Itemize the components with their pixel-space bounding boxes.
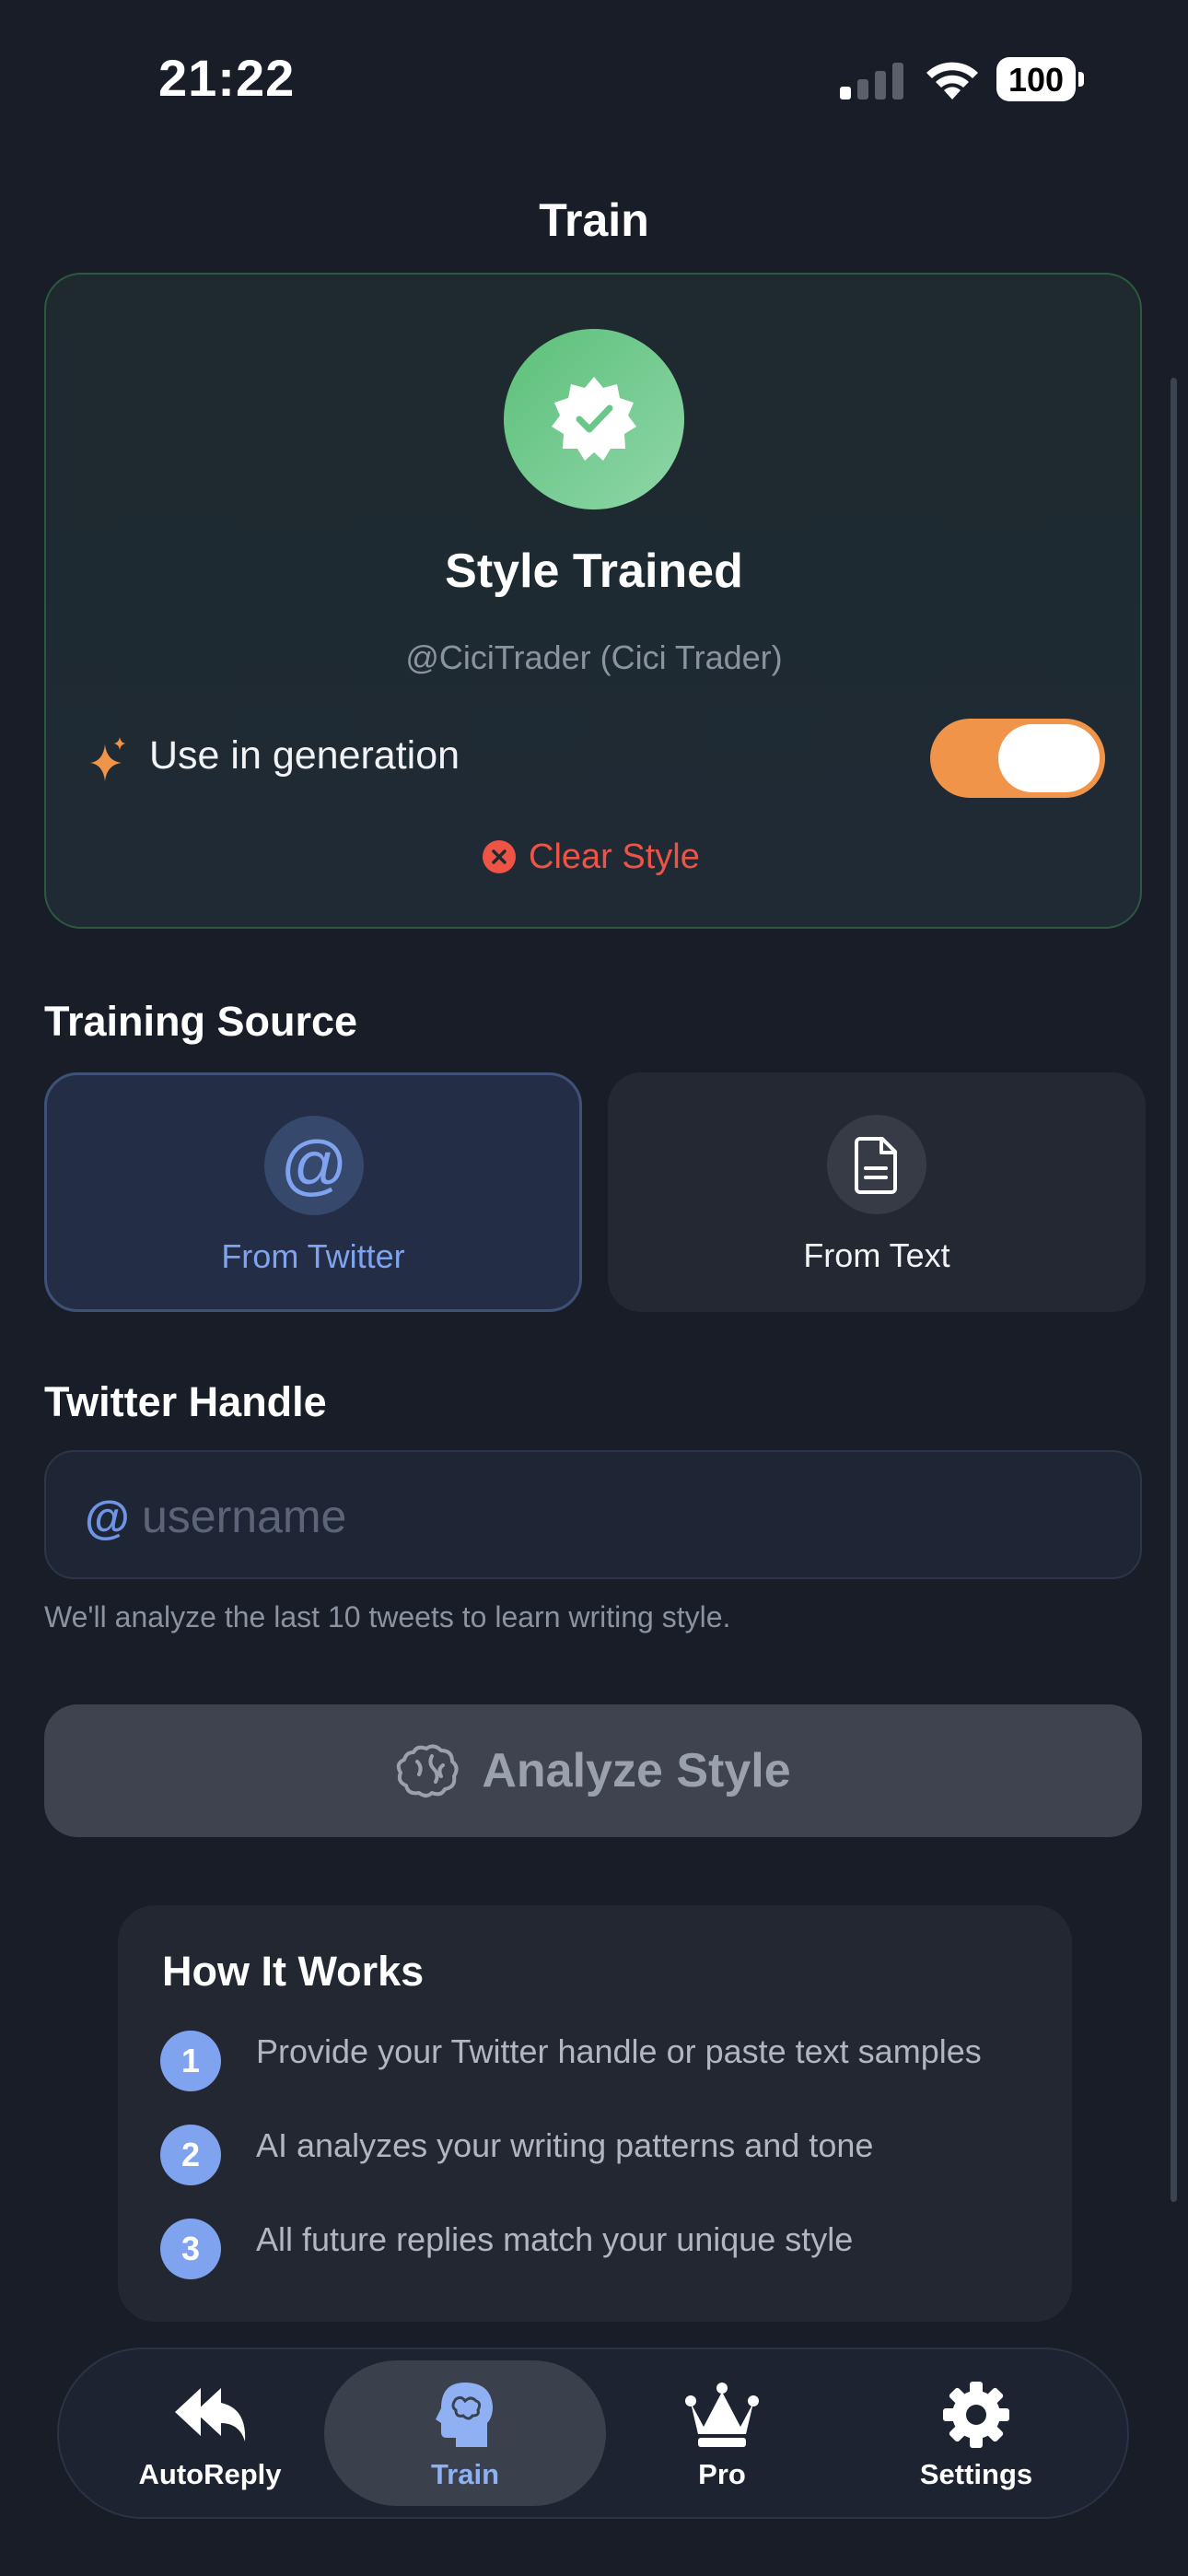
at-icon: @ [264,1116,364,1215]
wifi-icon [926,62,978,100]
twitter-handle-hint: We'll analyze the last 10 tweets to lear… [44,1600,731,1633]
toggle-knob [998,724,1100,792]
analyze-style-label: Analyze Style [482,1744,791,1797]
step-text: Provide your Twitter handle or paste tex… [256,2032,982,2070]
clear-style-label: Clear Style [529,837,700,876]
tab-label: AutoReply [138,2458,282,2490]
tab-settings[interactable]: Settings [866,2373,1087,2502]
tab-pro[interactable]: Pro [611,2373,833,2502]
brain-icon [397,1744,459,1797]
battery-icon: 100 [996,57,1085,101]
source-option-twitter[interactable]: @ From Twitter [44,1072,582,1312]
step-text: All future replies match your unique sty… [256,2220,854,2258]
source-option-label: From Twitter [221,1237,405,1275]
twitter-handle-input[interactable] [142,1480,1100,1553]
tab-autoreply[interactable]: AutoReply [99,2373,320,2502]
source-option-label: From Text [803,1236,950,1274]
trained-account-label: @CiciTrader (Cici Trader) [405,638,783,676]
clear-style-button[interactable]: Clear Style [483,834,700,880]
source-option-text[interactable]: From Text [608,1072,1146,1312]
style-trained-title: Style Trained [445,544,743,598]
gear-icon [943,2382,1009,2448]
verified-badge-icon [504,329,684,509]
close-circle-icon [483,840,516,873]
tab-train[interactable]: Train [355,2373,576,2502]
step-number: 1 [160,2031,221,2091]
step-number: 3 [160,2219,221,2279]
use-in-generation-toggle[interactable] [930,719,1105,798]
battery-level: 100 [1007,61,1065,99]
use-in-generation-label: Use in generation [149,733,460,778]
step-number: 2 [160,2125,221,2185]
head-brain-icon [436,2383,493,2447]
step-text: AI analyzes your writing patterns and to… [256,2126,874,2164]
page-title: Train [539,194,649,246]
reply-all-icon [175,2388,246,2441]
sparkle-icon [90,737,125,781]
twitter-handle-field[interactable]: @ [44,1450,1142,1579]
document-icon [827,1115,926,1214]
status-time: 21:22 [158,49,296,107]
twitter-handle-title: Twitter Handle [44,1378,327,1425]
cellular-signal-icon [840,63,903,100]
crown-icon [685,2383,759,2447]
training-source-title: Training Source [44,998,358,1045]
at-prefix: @ [85,1492,130,1543]
tab-label: Settings [919,2458,1033,2490]
analyze-style-button[interactable]: Analyze Style [44,1704,1142,1837]
tab-label: Train [430,2458,500,2490]
tab-label: Pro [698,2458,746,2490]
how-it-works-title: How It Works [162,1948,425,1995]
